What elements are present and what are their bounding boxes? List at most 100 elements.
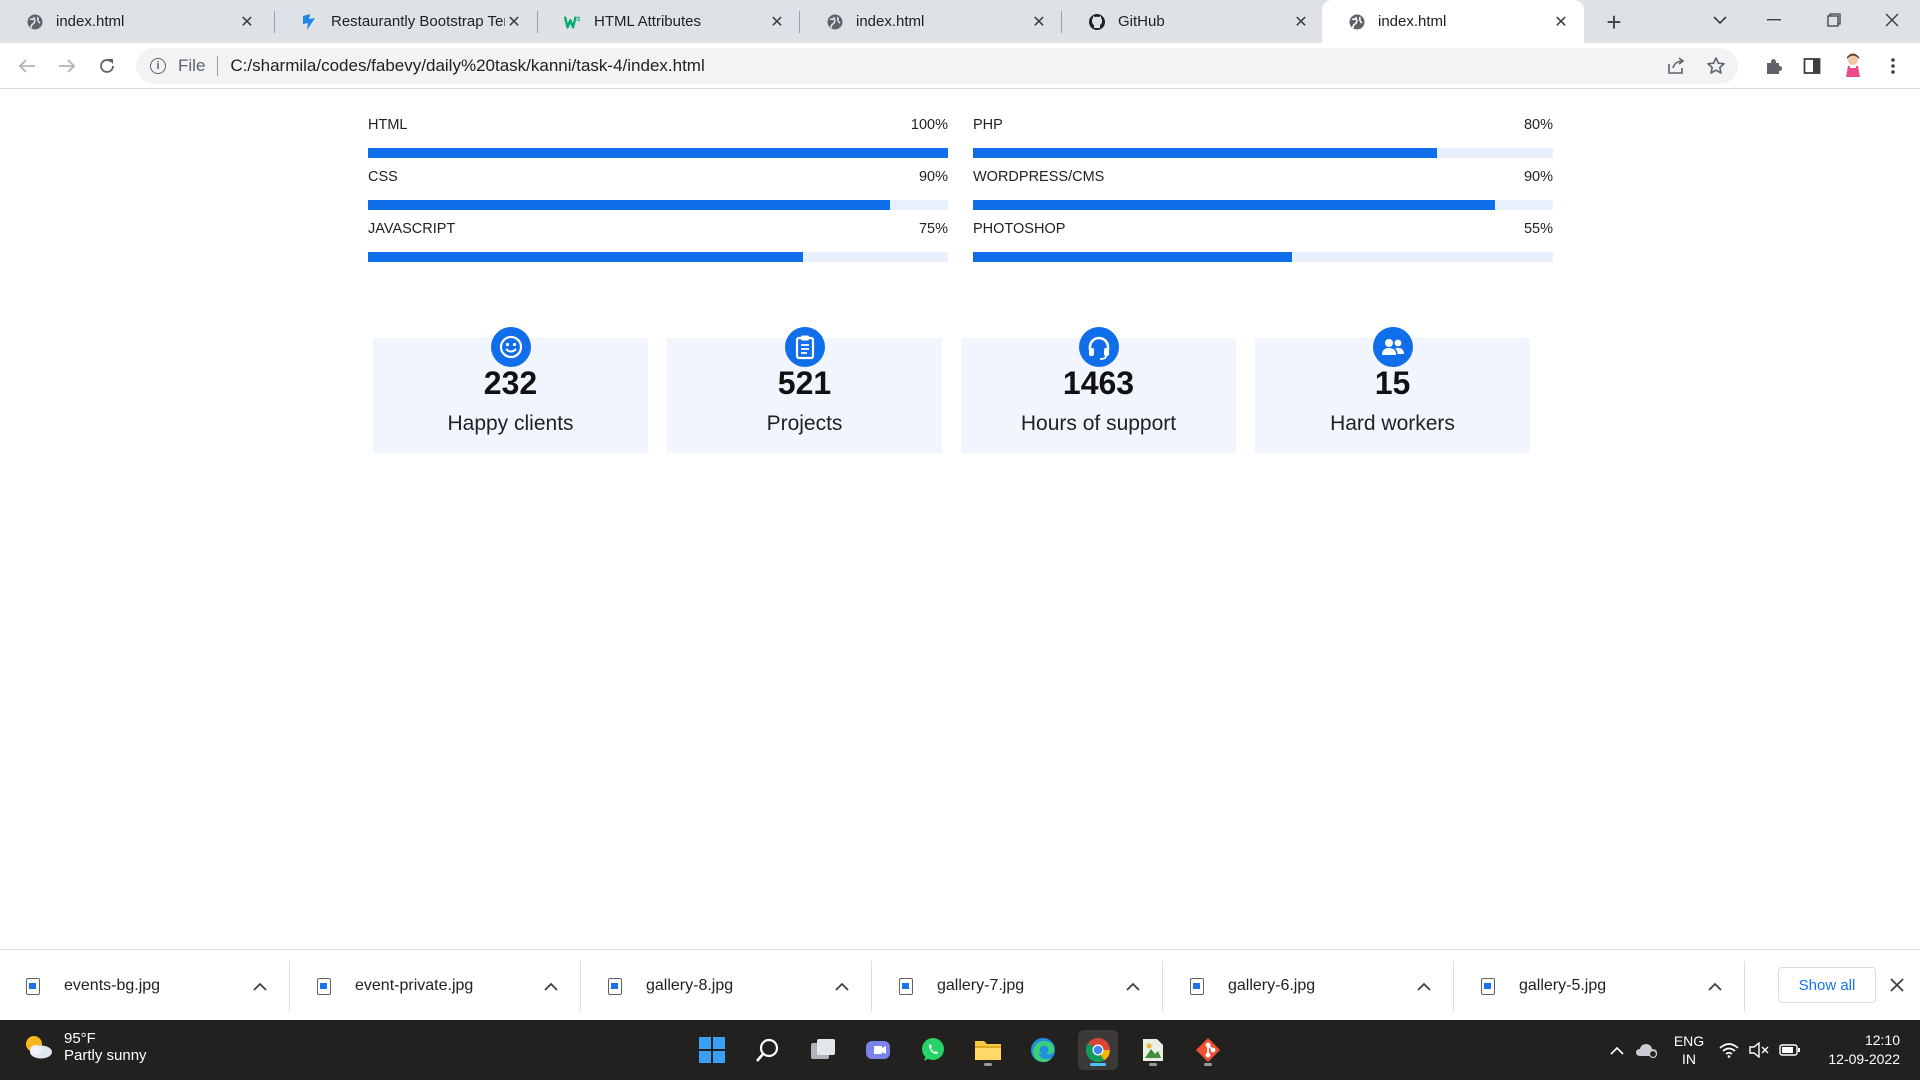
skill-name: CSS: [368, 169, 398, 185]
count-label: Happy clients: [447, 412, 574, 435]
onedrive-icon[interactable]: [1630, 1042, 1664, 1058]
globe-icon: [26, 13, 44, 31]
chevron-up-icon[interactable]: [1604, 1046, 1630, 1055]
download-filename: events-bg.jpg: [64, 977, 161, 994]
close-downloads-icon[interactable]: [1883, 971, 1911, 999]
clock-date: 12-09-2022: [1828, 1051, 1900, 1067]
close-icon[interactable]: ✕: [238, 13, 256, 31]
close-icon[interactable]: ✕: [505, 13, 523, 31]
search-icon[interactable]: [748, 1030, 788, 1070]
share-icon[interactable]: [1666, 56, 1686, 81]
skill-name: PHP: [973, 117, 1003, 133]
download-item[interactable]: gallery-8.jpg: [582, 961, 872, 1011]
progress-fill: [368, 200, 890, 210]
download-item[interactable]: event-private.jpg: [291, 961, 581, 1011]
chevron-up-icon[interactable]: [1409, 978, 1439, 994]
weather-widget[interactable]: 95°F Partly sunny: [22, 1030, 147, 1064]
close-icon[interactable]: ✕: [1030, 13, 1048, 31]
skill-name: JAVASCRIPT: [368, 221, 456, 237]
download-filename: gallery-8.jpg: [646, 977, 734, 994]
tab-github[interactable]: GitHub ✕: [1062, 0, 1324, 43]
count-label: Hours of support: [1020, 412, 1177, 435]
close-icon[interactable]: ✕: [768, 13, 786, 31]
skill-php: PHP 80%: [973, 117, 1553, 158]
count-label: Projects: [766, 412, 843, 435]
download-item[interactable]: gallery-6.jpg: [1164, 961, 1454, 1011]
progress-fill: [973, 148, 1437, 158]
region-code: IN: [1682, 1051, 1696, 1067]
git-icon[interactable]: [1188, 1030, 1228, 1070]
count-projects: 521 Projects: [667, 327, 942, 453]
download-filename: gallery-6.jpg: [1228, 977, 1316, 994]
task-view-icon[interactable]: [803, 1030, 843, 1070]
download-filename: event-private.jpg: [355, 977, 474, 994]
browser-window: index.html ✕ Restaurantly Bootstrap Tem …: [0, 0, 1920, 1080]
close-icon[interactable]: ✕: [1292, 13, 1310, 31]
show-all-button[interactable]: Show all: [1778, 967, 1876, 1003]
skill-javascript: JAVASCRIPT 75%: [368, 221, 948, 262]
clock[interactable]: 12:10 12-09-2022: [1810, 1031, 1900, 1069]
language-code: ENG: [1673, 1033, 1705, 1049]
battery-icon[interactable]: [1774, 1044, 1806, 1056]
file-explorer-icon[interactable]: [968, 1030, 1008, 1070]
profile-avatar[interactable]: [1838, 51, 1868, 81]
teams-chat-icon[interactable]: [858, 1030, 898, 1070]
chevron-up-icon[interactable]: [827, 978, 857, 994]
reload-button[interactable]: [92, 51, 122, 81]
progress-track: [973, 200, 1553, 210]
skill-percent: 80%: [1523, 117, 1553, 133]
tab-index-1[interactable]: index.html ✕: [0, 0, 270, 43]
skill-name: PHOTOSHOP: [973, 221, 1066, 237]
download-item[interactable]: gallery-7.jpg: [873, 961, 1163, 1011]
image-file-icon: [1190, 977, 1204, 995]
menu-kebab-icon[interactable]: [1878, 51, 1908, 81]
wifi-icon[interactable]: [1714, 1042, 1744, 1058]
volume-muted-icon[interactable]: [1744, 1042, 1774, 1058]
bookmark-star-icon[interactable]: [1706, 56, 1726, 81]
weather-condition: Partly sunny: [64, 1047, 147, 1064]
tab-html-attributes[interactable]: 3 HTML Attributes ✕: [538, 0, 800, 43]
skill-percent: 75%: [918, 221, 948, 237]
side-panel-icon[interactable]: [1797, 51, 1827, 81]
chrome-icon[interactable]: [1078, 1030, 1118, 1070]
close-window-button[interactable]: [1864, 0, 1920, 40]
divider: [217, 56, 219, 76]
running-indicator: [1204, 1063, 1212, 1066]
tab-restaurantly[interactable]: Restaurantly Bootstrap Tem ✕: [275, 0, 537, 43]
github-icon: [1088, 13, 1106, 31]
url-text[interactable]: C:/sharmila/codes/fabevy/daily%20task/ka…: [230, 56, 704, 76]
new-tab-button[interactable]: +: [1598, 6, 1630, 38]
skill-name: HTML: [368, 117, 408, 133]
chevron-up-icon[interactable]: [536, 978, 566, 994]
address-bar-actions: [1666, 56, 1726, 81]
running-indicator: [1090, 1063, 1106, 1066]
tab-index-2[interactable]: index.html ✕: [800, 0, 1062, 43]
chevron-up-icon[interactable]: [1700, 978, 1730, 994]
close-icon[interactable]: ✕: [1552, 13, 1570, 31]
chevron-up-icon[interactable]: [1118, 978, 1148, 994]
address-bar[interactable]: i File C:/sharmila/codes/fabevy/daily%20…: [136, 48, 1738, 84]
count-label: Hard workers: [1330, 412, 1455, 435]
extensions-icon[interactable]: [1758, 51, 1788, 81]
progress-fill: [973, 200, 1495, 210]
windows-taskbar: 95°F Partly sunny ENG IN 12:10 12-09-202…: [0, 1020, 1920, 1080]
bootstrapmade-icon: [301, 13, 319, 31]
w3schools-icon: 3: [564, 13, 582, 31]
count-number: 521: [777, 365, 832, 401]
start-button[interactable]: [692, 1030, 732, 1070]
forward-button[interactable]: [52, 51, 82, 81]
download-item[interactable]: events-bg.jpg: [0, 961, 290, 1011]
tab-index-active[interactable]: index.html ✕: [1322, 0, 1584, 43]
tab-search-icon[interactable]: [1692, 0, 1748, 40]
chevron-up-icon[interactable]: [245, 978, 275, 994]
photos-icon[interactable]: [1133, 1030, 1173, 1070]
restore-button[interactable]: [1806, 0, 1862, 40]
weather-temp: 95°F: [64, 1030, 96, 1047]
info-icon[interactable]: i: [150, 58, 166, 74]
edge-icon[interactable]: [1023, 1030, 1063, 1070]
download-item[interactable]: gallery-5.jpg: [1455, 961, 1745, 1011]
back-button[interactable]: [12, 51, 42, 81]
whatsapp-icon[interactable]: [913, 1030, 953, 1070]
language-indicator[interactable]: ENG IN: [1664, 1032, 1714, 1068]
minimize-button[interactable]: [1746, 0, 1802, 40]
